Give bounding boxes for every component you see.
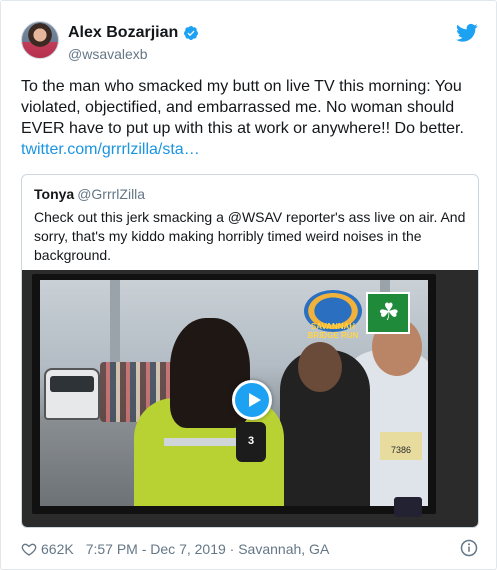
heart-icon[interactable] (21, 541, 37, 557)
tweet-text: To the man who smacked my butt on live T… (21, 76, 481, 160)
play-icon[interactable] (232, 380, 272, 420)
like-count[interactable]: 662K (41, 541, 74, 557)
info-icon[interactable] (460, 539, 478, 557)
video-player[interactable]: 7386 3 SAVANNAH BRIDGE RUN (22, 270, 478, 527)
race-bib: 7386 (380, 432, 422, 460)
tweet-timestamp[interactable]: 7:57 PM - Dec 7, 2019 · Savannah, GA (86, 541, 330, 557)
bridge-run-logo-text: SAVANNAH BRIDGE RUN (307, 322, 359, 340)
sponsor-logo (366, 292, 410, 334)
quoted-tweet-text: Check out this jerk smacking a @WSAV rep… (34, 209, 466, 263)
avatar[interactable] (21, 21, 59, 59)
author-handle[interactable]: @wsavalexb (68, 46, 148, 62)
quoted-author-handle[interactable]: @GrrrlZilla (77, 186, 145, 202)
author-name-row: Alex Bozarjian (68, 23, 199, 43)
embedded-tweet-card: Alex Bozarjian @wsavalexb To the man who… (0, 0, 497, 570)
mic-flag: 3 (236, 430, 266, 452)
police-suv (44, 368, 100, 420)
quoted-tweet[interactable]: Tonya @GrrrlZilla Check out this jerk sma… (21, 174, 479, 528)
quoted-author-name[interactable]: Tonya (34, 186, 74, 202)
twitter-bird-icon[interactable] (456, 23, 478, 43)
author-display-name[interactable]: Alex Bozarjian (68, 24, 178, 42)
tweet-footer: 662K 7:57 PM - Dec 7, 2019 · Savannah, G… (21, 540, 329, 558)
verified-badge-icon (184, 26, 199, 40)
tweet-link[interactable]: twitter.com/grrrlzilla/sta… (21, 141, 200, 158)
quoted-tweet-header: Tonya @GrrrlZilla (34, 185, 145, 203)
tweet-body: To the man who smacked my butt on live T… (21, 78, 464, 137)
runner-dark-head (298, 342, 342, 392)
desk-object (394, 497, 422, 517)
